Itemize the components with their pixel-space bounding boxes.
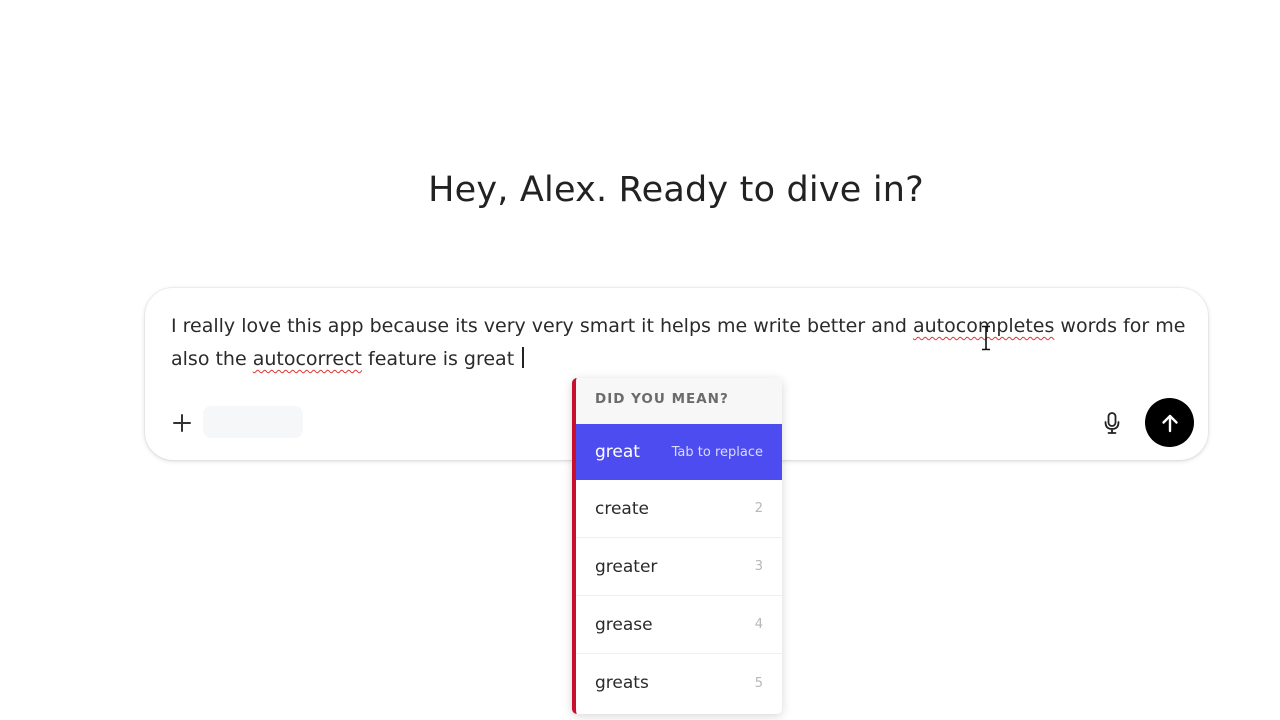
voice-input-button[interactable] xyxy=(1097,408,1127,438)
arrow-up-icon xyxy=(1161,414,1178,432)
suggestion-item-greater[interactable]: greater 3 xyxy=(576,538,782,596)
suggestion-item-grease[interactable]: grease 4 xyxy=(576,596,782,654)
suggestion-item-greats[interactable]: greats 5 xyxy=(576,654,782,712)
suggestion-hint: Tab to replace xyxy=(671,444,763,460)
text-segment: I really love this app because its very … xyxy=(171,315,913,337)
plus-icon xyxy=(173,414,191,432)
toolbar-placeholder xyxy=(203,406,303,438)
suggestion-word: grease xyxy=(595,614,653,635)
misspelled-word[interactable]: autocompletes xyxy=(913,315,1054,337)
suggestion-shortcut: 4 xyxy=(754,617,763,632)
greeting-title: Hey, Alex. Ready to dive in? xyxy=(428,170,924,210)
page: Hey, Alex. Ready to dive in? I really lo… xyxy=(0,0,1280,720)
suggestion-word: greats xyxy=(595,673,649,693)
suggestions-header: DID YOU MEAN? xyxy=(576,378,782,424)
suggestion-word: great xyxy=(595,442,640,462)
suggestion-item-great[interactable]: great Tab to replace xyxy=(576,424,782,480)
suggestion-word: greater xyxy=(595,556,658,577)
message-input[interactable]: I really love this app because its very … xyxy=(171,310,1186,376)
add-attachment-button[interactable] xyxy=(167,408,197,438)
send-button[interactable] xyxy=(1145,398,1194,447)
microphone-icon xyxy=(1104,412,1120,434)
misspelled-word[interactable]: autocorrect xyxy=(253,348,362,370)
suggestion-shortcut: 3 xyxy=(754,559,763,574)
suggestion-word: create xyxy=(595,498,649,519)
suggestion-shortcut: 2 xyxy=(754,501,763,516)
suggestion-shortcut: 5 xyxy=(754,675,763,691)
text-segment: feature is great xyxy=(362,348,521,370)
spelling-suggestions-popup: DID YOU MEAN? great Tab to replace creat… xyxy=(572,378,782,714)
text-caret xyxy=(522,347,524,368)
suggestion-item-create[interactable]: create 2 xyxy=(576,480,782,538)
